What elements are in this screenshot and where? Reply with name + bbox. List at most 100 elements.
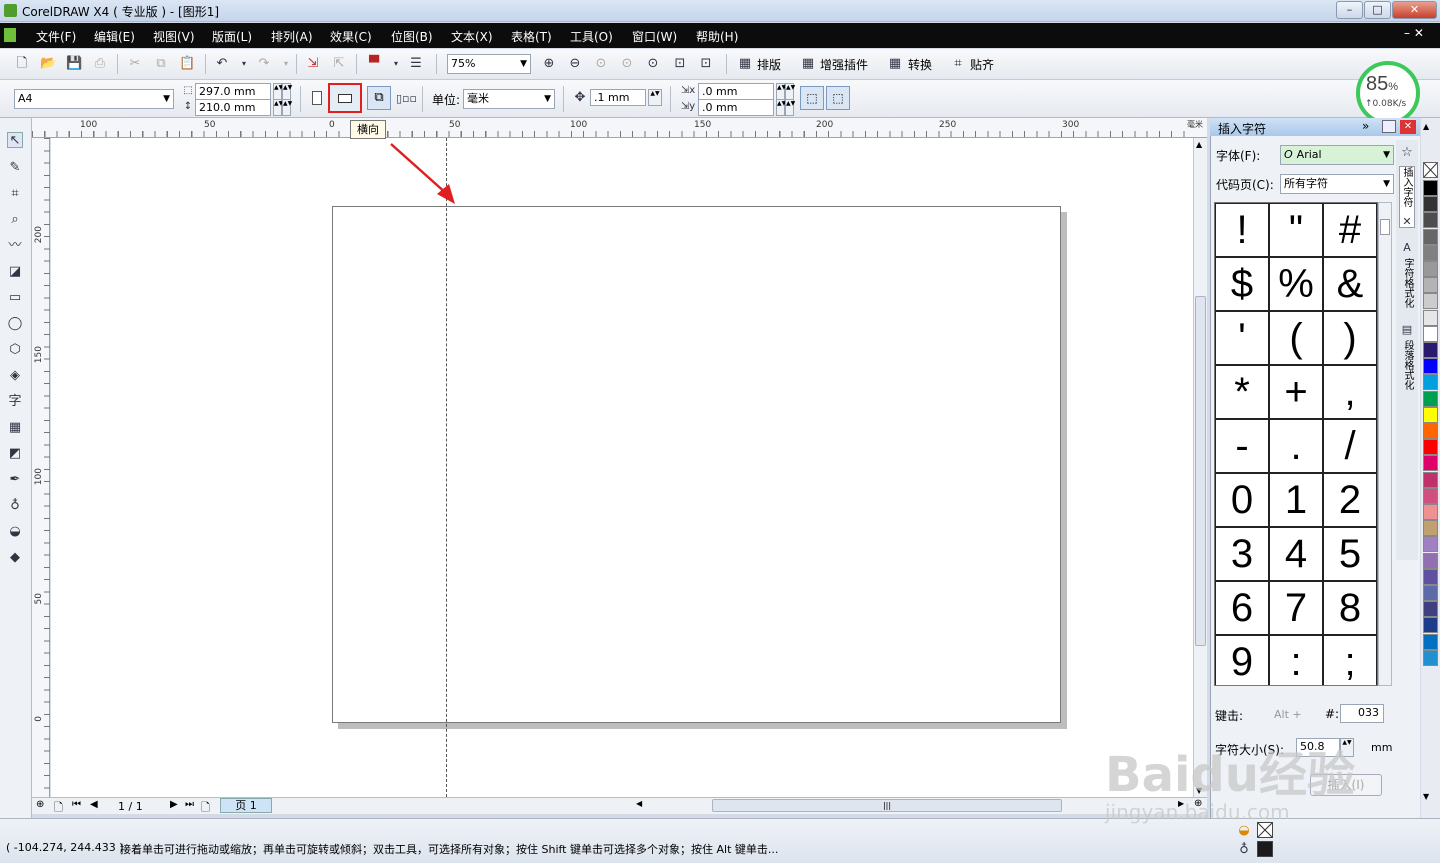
page-insert-icon[interactable]: 🗋: [54, 799, 63, 818]
layout-plugin-button[interactable]: 排版: [757, 56, 781, 73]
nudge-spinner[interactable]: ▲▼: [648, 89, 662, 106]
zoom-all-icon[interactable]: ⊙: [619, 56, 635, 72]
char-code-field[interactable]: 033: [1340, 704, 1384, 723]
color-swatch[interactable]: [1423, 439, 1438, 456]
launcher-dropdown-icon[interactable]: ▾: [388, 56, 404, 72]
zoom-in-icon[interactable]: ⊕: [541, 56, 557, 72]
menu-arrange[interactable]: 排列(A): [271, 28, 313, 45]
interactive-fill-tool-icon[interactable]: ◆: [7, 550, 23, 566]
glyph-cell[interactable]: 6: [1215, 581, 1269, 635]
color-swatch[interactable]: [1423, 617, 1438, 634]
glyph-cell[interactable]: ): [1323, 311, 1377, 365]
glyph-cell[interactable]: 2: [1323, 473, 1377, 527]
vertical-scrollbar[interactable]: ▲ ▼: [1193, 138, 1207, 798]
dup-x-field[interactable]: .0 mm: [698, 83, 774, 100]
glyph-cell[interactable]: ': [1215, 311, 1269, 365]
page-width-lock[interactable]: ▲▼: [282, 83, 292, 100]
snap-plugin-button[interactable]: 贴齐: [970, 56, 994, 73]
zoom-height-icon[interactable]: ⊡: [698, 56, 714, 72]
smart-fill-tool-icon[interactable]: ◪: [7, 264, 23, 280]
color-swatch[interactable]: [1423, 196, 1438, 213]
glyph-cell[interactable]: 1: [1269, 473, 1323, 527]
glyph-cell[interactable]: (: [1269, 311, 1323, 365]
codepage-select[interactable]: 所有字符 ▼: [1280, 174, 1394, 194]
page-landscape[interactable]: [332, 206, 1061, 723]
menu-view[interactable]: 视图(V): [153, 28, 195, 45]
rectangle-tool-icon[interactable]: ▭: [7, 290, 23, 306]
new-icon[interactable]: 🗋: [14, 56, 30, 72]
guideline[interactable]: [446, 138, 447, 797]
menu-bitmaps[interactable]: 位图(B): [391, 28, 433, 45]
undo-icon[interactable]: ↶: [214, 56, 230, 72]
redo-icon[interactable]: ↷: [256, 56, 272, 72]
character-grid-scroll-thumb[interactable]: [1380, 219, 1390, 235]
basic-shapes-tool-icon[interactable]: ◈: [7, 368, 23, 384]
prev-page-icon[interactable]: ◀: [90, 799, 98, 810]
glyph-cell[interactable]: #: [1323, 203, 1377, 257]
page-height-spinner[interactable]: ▲▼: [273, 99, 283, 116]
glyph-cell[interactable]: ;: [1323, 635, 1377, 685]
menu-edit[interactable]: 编辑(E): [94, 28, 135, 45]
close-button[interactable]: ✕: [1392, 1, 1437, 19]
glyph-cell[interactable]: 4: [1269, 527, 1323, 581]
glyph-cell[interactable]: &: [1323, 257, 1377, 311]
eyedropper-tool-icon[interactable]: ✒: [7, 472, 23, 488]
glyph-cell[interactable]: -: [1215, 419, 1269, 473]
tab-paragraph-format[interactable]: 段落格式化: [1399, 340, 1415, 402]
glyph-cell[interactable]: $: [1215, 257, 1269, 311]
scroll-left-icon[interactable]: ◀: [636, 799, 642, 808]
interactive-blend-tool-icon[interactable]: ◩: [7, 446, 23, 462]
horizontal-scroll-thumb[interactable]: |||: [712, 799, 1062, 812]
menu-help[interactable]: 帮助(H): [696, 28, 738, 45]
page-width-spinner[interactable]: ▲▼: [273, 83, 283, 100]
vertical-scroll-thumb[interactable]: [1195, 296, 1206, 646]
color-swatch[interactable]: [1423, 552, 1438, 569]
color-swatch[interactable]: [1423, 568, 1438, 585]
page-height-field[interactable]: 210.0 mm: [195, 99, 271, 116]
open-icon[interactable]: 📂: [40, 56, 56, 72]
launcher-icon[interactable]: ▀: [366, 56, 382, 72]
print-icon[interactable]: ⎙: [92, 56, 108, 72]
doc-minimize-button[interactable]: – ✕: [1404, 26, 1424, 40]
maximize-button[interactable]: □: [1364, 1, 1391, 19]
zoom-out-icon[interactable]: ⊖: [567, 56, 583, 72]
glyph-cell[interactable]: *: [1215, 365, 1269, 419]
crop-tool-icon[interactable]: ⌗: [7, 186, 23, 202]
color-swatch[interactable]: [1423, 390, 1438, 407]
menu-effects[interactable]: 效果(C): [330, 28, 372, 45]
glyph-cell[interactable]: 5: [1323, 527, 1377, 581]
color-swatch[interactable]: [1423, 374, 1438, 391]
fill-indicator-icon[interactable]: ◒: [1236, 823, 1252, 839]
glyph-cell[interactable]: %: [1269, 257, 1323, 311]
table-tool-icon[interactable]: ▦: [7, 420, 23, 436]
color-swatch[interactable]: [1423, 309, 1438, 326]
color-swatch[interactable]: [1423, 455, 1438, 472]
menu-text[interactable]: 文本(X): [451, 28, 493, 45]
horizontal-ruler[interactable]: 100 50 0 50 100 150 200 250 300 毫米: [32, 118, 1207, 138]
color-swatch[interactable]: [1423, 342, 1438, 358]
color-swatch[interactable]: [1423, 406, 1438, 423]
favorite-star-icon[interactable]: ☆: [1399, 145, 1415, 161]
export-icon[interactable]: ⇱: [331, 56, 347, 72]
font-select[interactable]: O Arial ▼: [1280, 145, 1394, 165]
dup-x-spinner-2[interactable]: ▲▼: [785, 83, 795, 100]
next-page-icon[interactable]: ▶: [170, 799, 178, 810]
polygon-tool-icon[interactable]: ⬡: [7, 342, 23, 358]
zoom-page-icon[interactable]: ⊙: [645, 56, 661, 72]
nudge-field[interactable]: .1 mm: [590, 89, 646, 106]
undo-dropdown-icon[interactable]: ▾: [236, 56, 252, 72]
color-swatch[interactable]: [1423, 536, 1438, 553]
save-icon[interactable]: 💾: [66, 56, 82, 72]
minimize-button[interactable]: –: [1336, 1, 1363, 19]
dup-y-spinner-2[interactable]: ▲▼: [785, 99, 795, 116]
menu-tools[interactable]: 工具(O): [570, 28, 613, 45]
import-icon[interactable]: ⇲: [305, 56, 321, 72]
welcome-icon[interactable]: ☰: [408, 56, 424, 72]
text-tool-icon[interactable]: 字: [7, 394, 23, 410]
zoom-level-select[interactable]: 75% ▼: [447, 54, 531, 74]
color-swatch[interactable]: [1423, 293, 1438, 310]
dup-y-spinner[interactable]: ▲▼: [776, 99, 786, 116]
glyph-cell[interactable]: +: [1269, 365, 1323, 419]
zoom-width-icon[interactable]: ⊡: [672, 56, 688, 72]
glyph-cell[interactable]: 7: [1269, 581, 1323, 635]
